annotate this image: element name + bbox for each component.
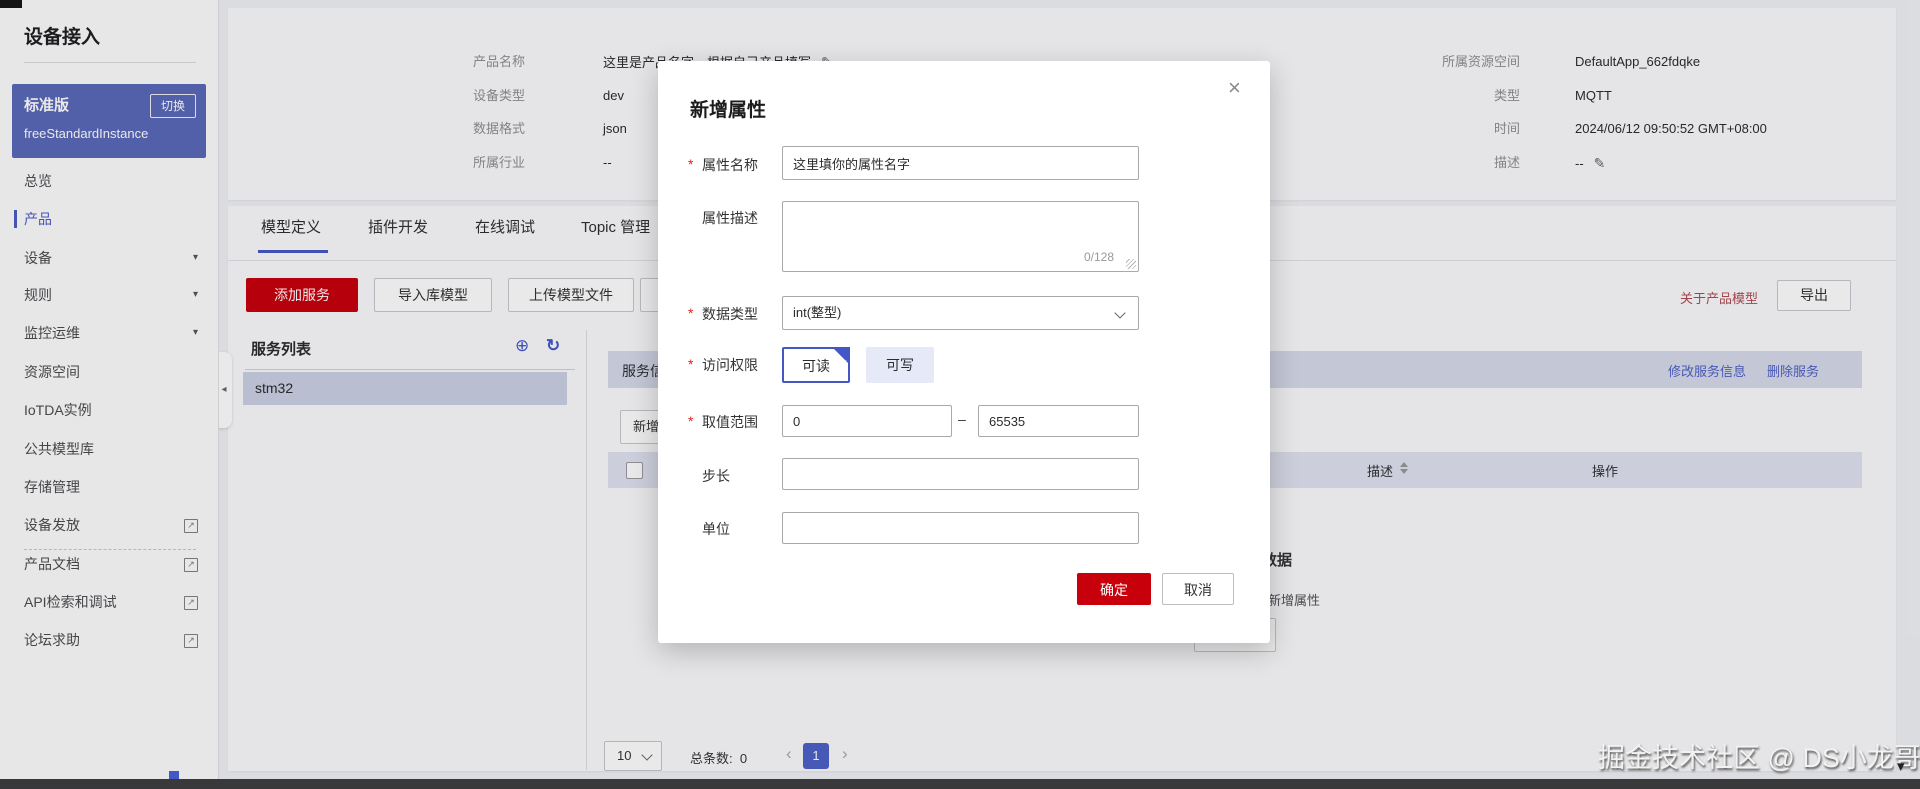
unit-label: 单位 [702,521,730,537]
iot-device-access-page: 设备接入 标准版 切换 freeStandardInstance 总览 产品 设… [0,0,1920,789]
required-mark: * [688,413,694,429]
watermark-triangle: ▾ [1897,758,1905,775]
property-description-label: 属性描述 [702,210,758,226]
data-type-select[interactable]: int(整型) [782,296,1139,330]
range-max-input[interactable] [978,405,1139,437]
textarea-resize-handle[interactable] [1126,259,1136,269]
required-mark: * [688,156,694,172]
range-min-input[interactable] [782,405,952,437]
data-type-value: int(整型) [793,305,842,320]
check-icon: ✓ [840,358,848,368]
watermark: 掘金技术社区 @ DS小龙哥 [1598,743,1920,773]
unit-input[interactable] [782,512,1139,544]
add-property-dialog: 新增属性 × * 属性名称 属性描述 0/128 * 数据类型 int(整型) … [658,61,1270,643]
bottom-bar [0,779,1920,789]
access-permission-label: 访问权限 [702,357,758,373]
chevron-down-icon [1114,307,1126,319]
required-mark: * [688,305,694,321]
step-label: 步长 [702,468,730,484]
value-range-label: 取值范围 [702,414,758,430]
property-name-label: 属性名称 [702,157,758,173]
permission-writable-button[interactable]: 可写 [866,347,934,383]
close-icon[interactable]: × [1228,75,1241,101]
property-name-input[interactable] [782,146,1139,180]
dialog-title: 新增属性 [690,100,767,121]
permission-readable-button[interactable]: 可读 ✓ [782,347,850,383]
range-separator: – [958,411,966,427]
cancel-button[interactable]: 取消 [1162,573,1234,605]
data-type-label: 数据类型 [702,306,758,322]
step-input[interactable] [782,458,1139,490]
required-mark: * [688,356,694,372]
confirm-button[interactable]: 确定 [1077,573,1151,605]
char-counter: 0/128 [1084,250,1115,264]
permission-readable-label: 可读 [802,358,830,374]
